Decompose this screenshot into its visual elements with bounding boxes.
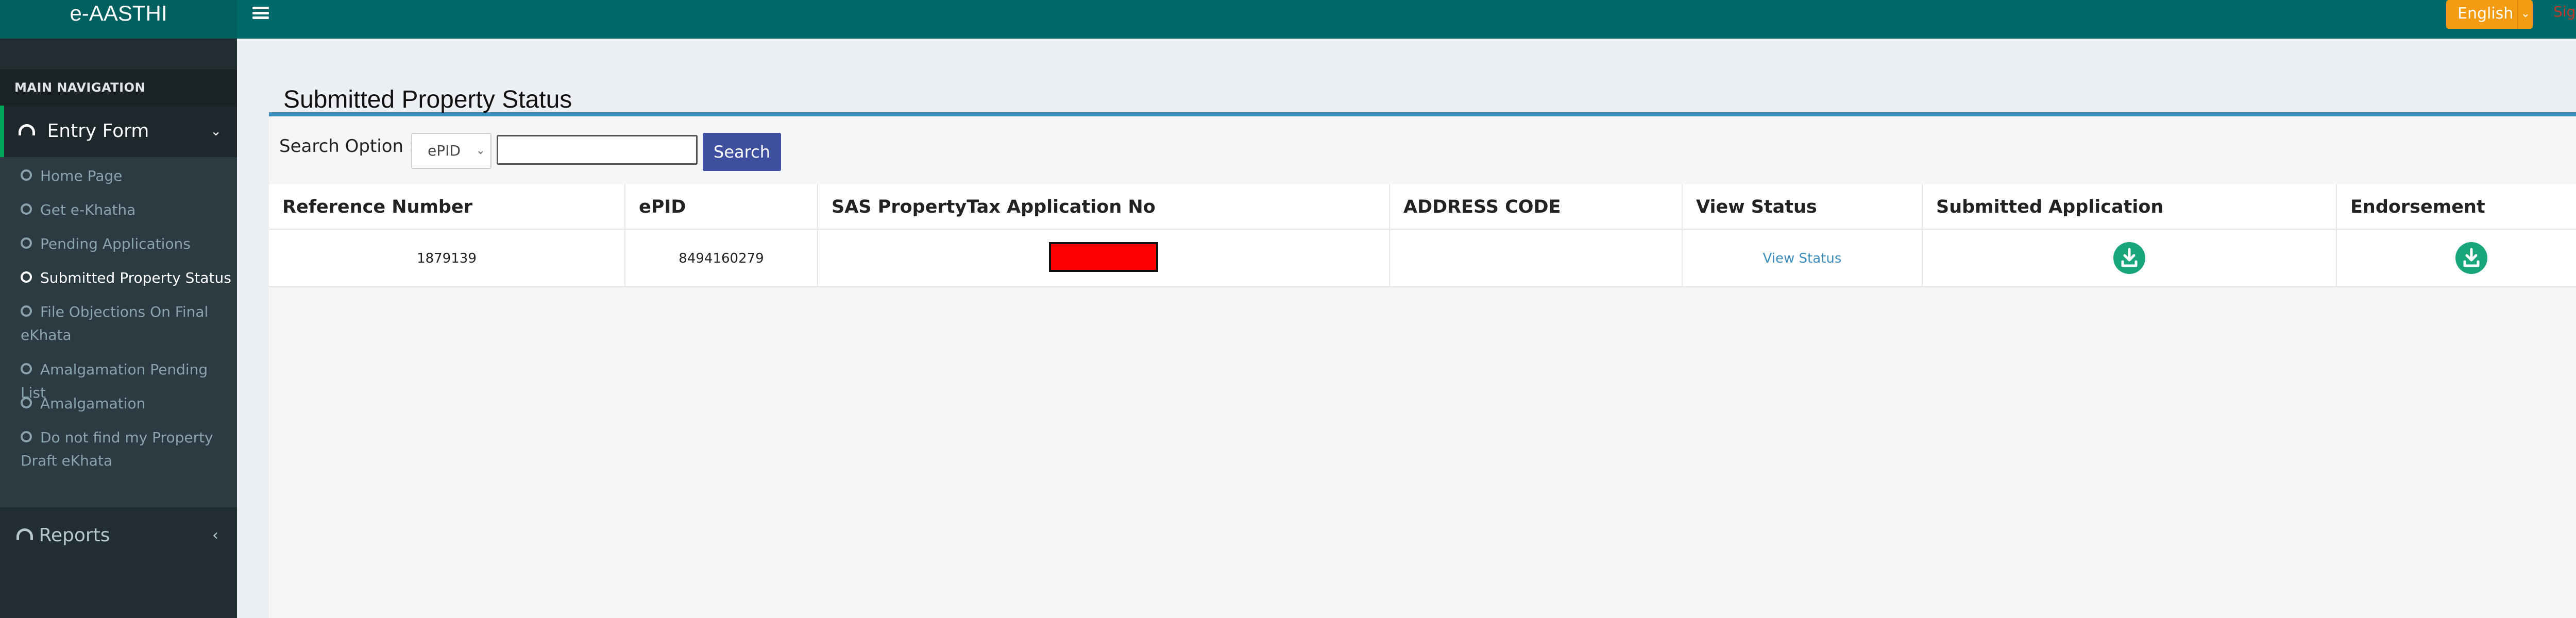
column-header: Reference Number xyxy=(269,184,625,230)
chevron-left-icon: ‹ xyxy=(212,526,218,544)
column-header: Endorsement xyxy=(2350,197,2485,217)
sidebar-item-label: Submitted Property Status xyxy=(40,269,231,286)
sidebar-item-do-not-find-property[interactable]: Do not find my Property Draft eKhata xyxy=(21,426,237,472)
search-input[interactable] xyxy=(497,135,698,165)
sidebar-item-label: Home Page xyxy=(40,167,123,184)
search-button[interactable]: Search xyxy=(703,133,781,171)
app-logo[interactable]: e-AASTHI xyxy=(0,0,237,39)
entry-form-submenu: Home Page Get e-Khatha Pending Applicati… xyxy=(0,157,237,507)
search-row: Search Option : ePID ⌄ Search xyxy=(269,116,2576,178)
column-header: View Status xyxy=(1683,184,1923,230)
column-header: ePID xyxy=(625,184,818,230)
redacted-value xyxy=(1049,242,1158,272)
language-select[interactable]: English ⌄ xyxy=(2446,0,2533,29)
hamburger-menu-icon[interactable] xyxy=(252,4,269,22)
sidebar-item-amalgamation[interactable]: Amalgamation xyxy=(21,392,237,415)
title-bar: Submitted Property Status xyxy=(269,77,2576,116)
sidebar-item-label-line2: eKhata xyxy=(21,327,72,344)
sidebar-item-label: Get e-Khatha xyxy=(40,201,136,218)
circle-icon xyxy=(21,237,32,249)
circle-icon xyxy=(21,169,32,181)
chevron-down-icon: ⌄ xyxy=(210,124,222,139)
address-code-cell xyxy=(1390,230,1683,287)
chevron-down-icon: ⌄ xyxy=(2517,0,2533,29)
sidebar-item-submitted-property-status[interactable]: Submitted Property Status xyxy=(21,266,237,289)
search-option-select[interactable]: ePID ⌄ xyxy=(411,133,492,169)
sidebar-item-entry-form[interactable]: Entry Form ⌄ xyxy=(0,106,237,157)
column-header: SAS PropertyTax Application No xyxy=(818,184,1390,230)
sidebar-item-home-page[interactable]: Home Page xyxy=(21,164,237,187)
column-header: Submitted Application xyxy=(1923,184,2337,230)
language-label: English xyxy=(2458,5,2514,23)
download-icon[interactable] xyxy=(2113,242,2145,274)
circle-icon xyxy=(21,363,32,374)
status-table: Reference Number ePID SAS PropertyTax Ap… xyxy=(269,184,2576,287)
chevron-down-icon: ⌄ xyxy=(476,144,485,157)
sidebar-item-reports[interactable]: Reports ‹ xyxy=(0,507,237,564)
nav-header: MAIN NAVIGATION xyxy=(0,70,237,106)
dashboard-icon xyxy=(16,528,33,540)
download-icon[interactable] xyxy=(2455,242,2487,274)
sidebar-item-label: Pending Applications xyxy=(40,235,191,252)
table-row: 1879139 8494160279 View Status xyxy=(269,230,2576,287)
main-content: Submitted Property Status Search Option … xyxy=(269,77,2576,618)
reports-label: Reports xyxy=(39,525,110,546)
sidebar-item-label-line2: Draft eKhata xyxy=(21,452,113,469)
circle-icon xyxy=(21,203,32,215)
sidebar-item-label: Amalgamation xyxy=(40,395,146,412)
search-option-value: ePID xyxy=(428,142,461,159)
sidebar-item-get-ekhatha[interactable]: Get e-Khatha xyxy=(21,198,237,221)
entry-form-label: Entry Form xyxy=(47,121,149,142)
reference-number-cell: 1879139 xyxy=(269,230,625,287)
page-title: Submitted Property Status xyxy=(283,86,572,113)
circle-icon xyxy=(21,305,32,317)
sign-out-link[interactable]: Sign out xyxy=(2553,3,2576,20)
circle-icon xyxy=(21,431,32,442)
endorsement-cell xyxy=(2337,230,2576,287)
epid-cell: 8494160279 xyxy=(625,230,818,287)
sas-application-cell xyxy=(818,230,1390,287)
sidebar-item-label: File Objections On Final xyxy=(40,303,209,320)
view-status-cell: View Status xyxy=(1683,230,1923,287)
search-option-label: Search Option : xyxy=(279,136,415,157)
submitted-application-cell xyxy=(1923,230,2337,287)
circle-icon xyxy=(21,271,32,283)
table-header-row: Reference Number ePID SAS PropertyTax Ap… xyxy=(269,184,2576,230)
column-header: ADDRESS CODE xyxy=(1390,184,1683,230)
top-header: e-AASTHI English ⌄ Sign out xyxy=(0,0,2576,39)
dashboard-icon xyxy=(19,124,35,135)
sidebar: MAIN NAVIGATION Entry Form ⌄ Home Page G… xyxy=(0,39,237,618)
circle-icon xyxy=(21,397,32,408)
view-status-link[interactable]: View Status xyxy=(1763,251,1842,266)
sidebar-item-file-objections[interactable]: File Objections On Final eKhata xyxy=(21,300,237,347)
sidebar-item-label: Do not find my Property xyxy=(40,429,213,446)
sidebar-item-pending-applications[interactable]: Pending Applications xyxy=(21,232,237,255)
